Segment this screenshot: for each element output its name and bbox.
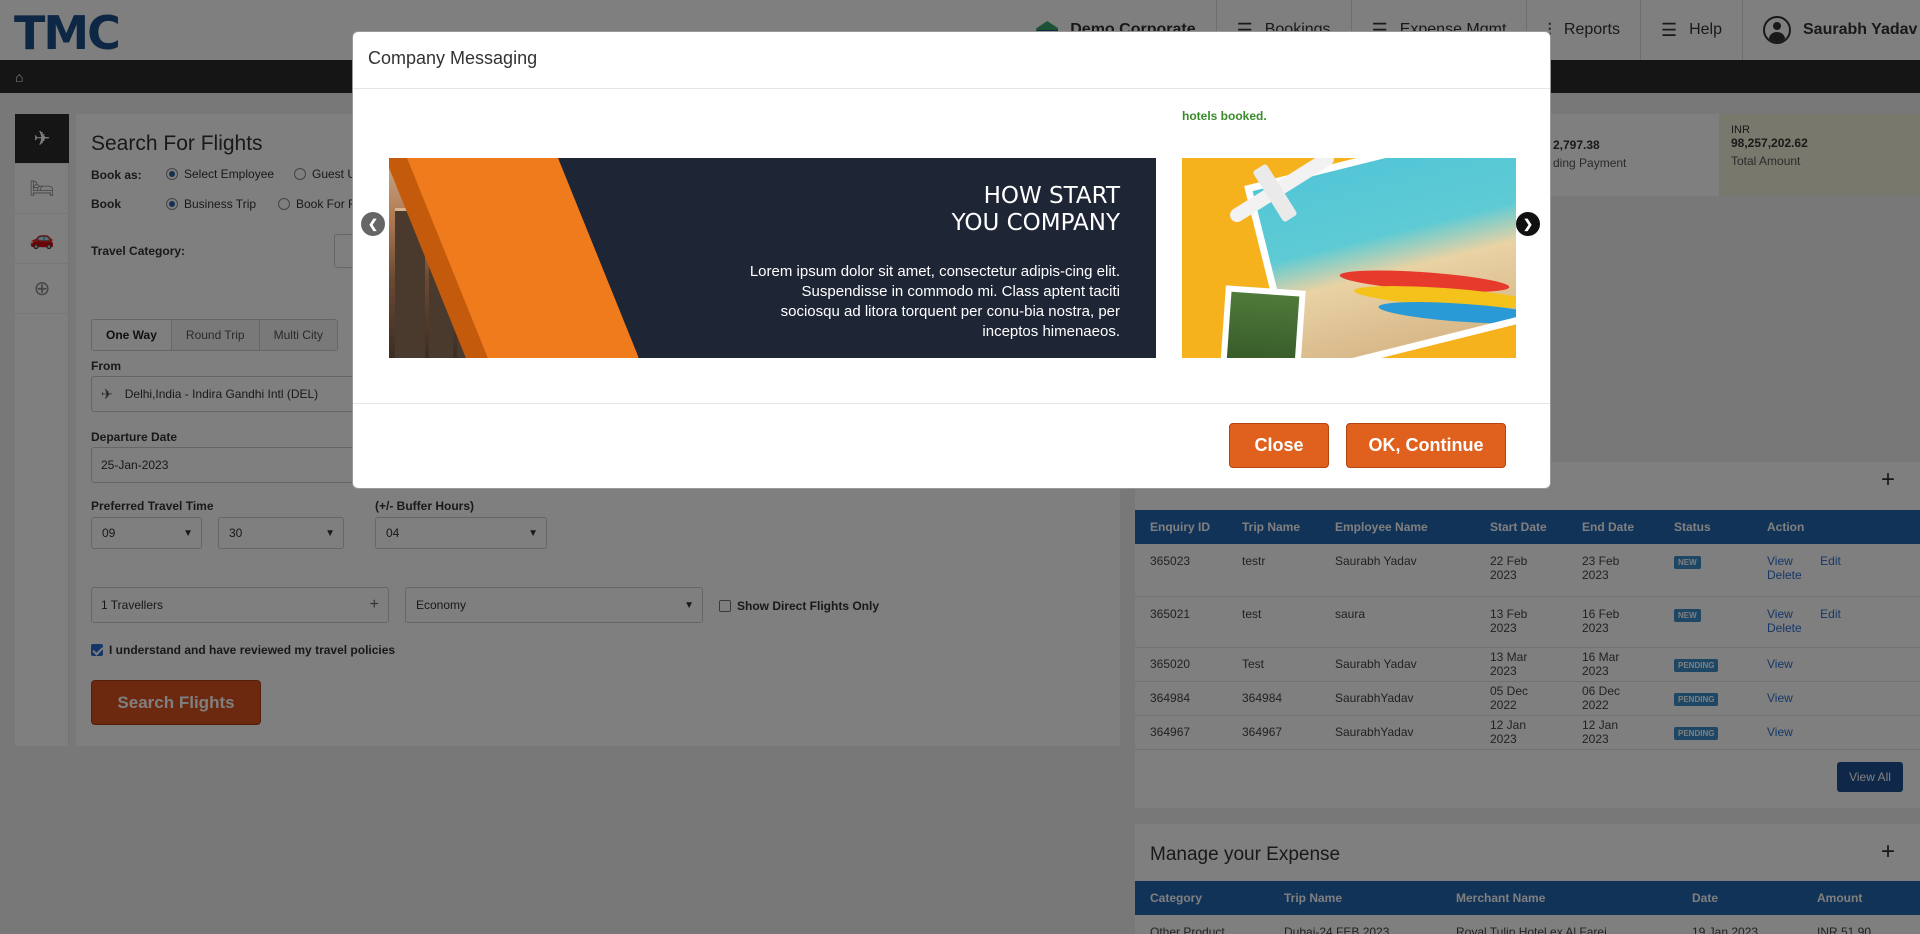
- banner-title-line: YOU COMPANY: [951, 210, 1120, 236]
- ok-continue-button[interactable]: OK, Continue: [1346, 423, 1506, 468]
- carousel-next-icon[interactable]: ❯: [1516, 212, 1540, 236]
- banner-title: HOW START YOU COMPANY: [952, 183, 1120, 237]
- banner-slide-travel: [1182, 158, 1516, 358]
- close-button[interactable]: Close: [1229, 423, 1329, 468]
- slide-caption: hotels booked.: [1182, 109, 1267, 123]
- banner-title-line: HOW START: [983, 183, 1120, 209]
- banner-slide-business: HOW START YOU COMPANY Lorem ipsum dolor …: [389, 158, 1156, 358]
- carousel-prev-icon[interactable]: ❮: [361, 212, 385, 236]
- company-messaging-modal: Company Messaging hotels booked. HOW STA…: [352, 31, 1551, 489]
- banner-body: Lorem ipsum dolor sit amet, consectetur …: [749, 263, 1120, 340]
- palm-photo: [1218, 285, 1306, 358]
- modal-title: Company Messaging: [353, 32, 1550, 89]
